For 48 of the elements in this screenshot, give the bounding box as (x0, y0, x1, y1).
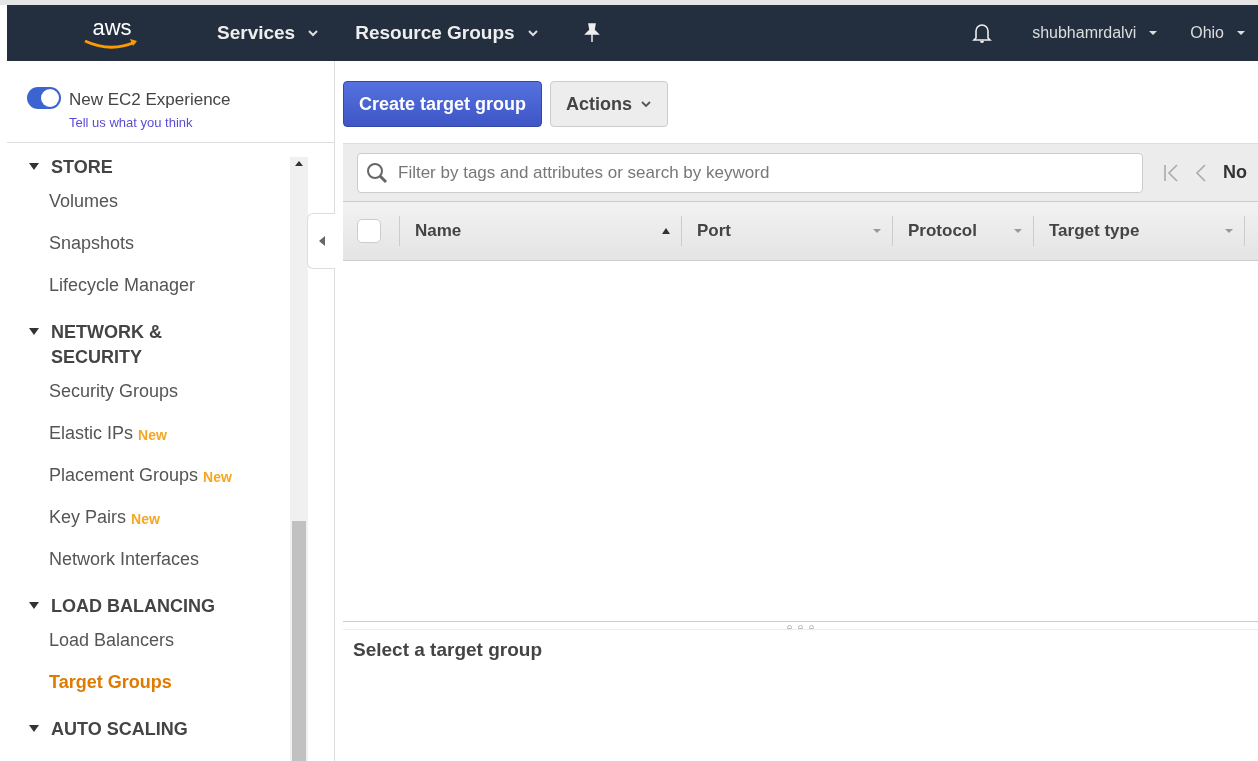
bell-icon[interactable] (972, 22, 993, 44)
toggle-switch[interactable] (27, 87, 61, 109)
nav-link[interactable]: Elastic IPs (49, 420, 134, 447)
feedback-link[interactable]: Tell us what you think (69, 112, 231, 132)
triangle-icon[interactable] (29, 723, 39, 733)
nav-link[interactable]: Key Pairs (49, 504, 127, 531)
nav-link[interactable]: Load Balancers (49, 627, 175, 654)
collapse-icon (317, 235, 326, 247)
column-header[interactable]: Protocol (892, 216, 1033, 246)
column-header[interactable]: Port (681, 216, 892, 246)
column-header[interactable]: Name (399, 216, 681, 246)
column-header[interactable]: Target type (1033, 216, 1244, 246)
details-title: Select a target group (352, 638, 543, 662)
chevron-down-icon (307, 29, 320, 37)
nav-link[interactable]: Security Groups (49, 378, 179, 405)
actions-button[interactable]: Actions (550, 81, 669, 127)
experience-label: New EC2 Experience (69, 89, 231, 111)
search-field[interactable]: Filter by tags and attributes or search by keyword (357, 152, 1143, 193)
new-label: New (131, 510, 160, 529)
nav-link[interactable]: Snapshots (49, 230, 135, 257)
caret-down-icon (1236, 30, 1246, 36)
triangle-icon[interactable] (29, 161, 39, 171)
nav-menu[interactable]: Resource Groups (355, 18, 539, 48)
pin-icon[interactable] (582, 23, 601, 43)
chevron-down-icon (640, 99, 653, 109)
caret-down-icon (1148, 30, 1159, 36)
triangle-icon[interactable] (29, 326, 39, 336)
pager-text: No (1223, 161, 1247, 184)
new-label: New (138, 426, 167, 445)
section-heading[interactable]: STORE (51, 155, 113, 180)
nav-link[interactable]: Network Interfaces (49, 546, 200, 573)
scrollbar[interactable] (290, 157, 308, 761)
chevron-down-icon (526, 29, 539, 37)
triangle-icon[interactable] (29, 600, 39, 610)
region-menu[interactable]: Ohio (1190, 21, 1246, 45)
nav-link[interactable]: Lifecycle Manager (49, 272, 196, 299)
aws-logo[interactable]: aws (83, 17, 141, 49)
search-icon (365, 160, 389, 185)
nav-menu[interactable]: Services (217, 18, 320, 48)
section-heading[interactable]: LOAD BALANCING (51, 594, 215, 619)
user-menu[interactable]: shubhamrdalvi (1032, 21, 1159, 45)
nav-link[interactable]: Placement Groups (49, 462, 199, 489)
section-heading[interactable]: NETWORK & SECURITY (51, 320, 241, 370)
new-label: New (203, 468, 232, 487)
section-heading[interactable]: AUTO SCALING (51, 717, 188, 742)
select-all-checkbox[interactable] (357, 219, 381, 243)
nav-link[interactable]: Volumes (49, 188, 119, 215)
create-button[interactable]: Create target group (343, 81, 543, 127)
